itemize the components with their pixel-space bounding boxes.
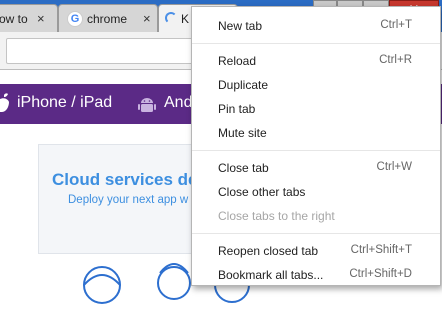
tab-title: K bbox=[181, 12, 190, 26]
menu-item-duplicate[interactable]: Duplicate bbox=[192, 74, 440, 96]
tab-title: ow to bbox=[0, 12, 28, 26]
google-favicon-icon: G bbox=[67, 11, 83, 27]
tab-close-icon[interactable]: × bbox=[143, 11, 151, 26]
tab-close-icon[interactable]: × bbox=[37, 11, 45, 26]
menu-item-reload[interactable]: Reload Ctrl+R bbox=[192, 50, 440, 72]
tab-context-menu: New tab Ctrl+T Reload Ctrl+R Duplicate P… bbox=[191, 6, 441, 286]
menu-separator bbox=[192, 150, 440, 151]
menu-item-shortcut: Ctrl+T bbox=[380, 19, 412, 31]
apple-icon bbox=[0, 93, 9, 112]
menu-item-label: Duplicate bbox=[218, 78, 269, 92]
menu-item-shortcut: Ctrl+Shift+D bbox=[349, 268, 412, 280]
nav-link-iphone-ipad[interactable]: iPhone / iPad bbox=[17, 94, 112, 112]
loading-spinner-icon bbox=[165, 12, 177, 24]
menu-item-new-tab[interactable]: New tab Ctrl+T bbox=[192, 15, 440, 37]
menu-item-pin-tab[interactable]: Pin tab bbox=[192, 98, 440, 120]
promo-subtitle: Deploy your next app w bbox=[68, 194, 189, 206]
menu-item-label: New tab bbox=[218, 19, 263, 33]
menu-item-close-other-tabs[interactable]: Close other tabs bbox=[192, 181, 440, 203]
menu-item-shortcut: Ctrl+R bbox=[379, 54, 412, 66]
menu-item-mute-site[interactable]: Mute site bbox=[192, 122, 440, 144]
menu-item-label: Mute site bbox=[218, 126, 267, 140]
android-icon bbox=[138, 98, 156, 112]
menu-item-label: Reopen closed tab bbox=[218, 244, 319, 258]
menu-item-bookmark-all-tabs[interactable]: Bookmark all tabs... Ctrl+Shift+D bbox=[192, 264, 440, 286]
menu-separator bbox=[192, 43, 440, 44]
menu-item-shortcut: Ctrl+W bbox=[376, 161, 412, 173]
menu-separator bbox=[192, 233, 440, 234]
promo-title: Cloud services de bbox=[52, 170, 198, 189]
menu-item-label: Reload bbox=[218, 54, 257, 68]
tab-how-to[interactable]: ow to × bbox=[0, 4, 58, 32]
menu-item-reopen-closed-tab[interactable]: Reopen closed tab Ctrl+Shift+T bbox=[192, 240, 440, 262]
menu-item-shortcut: Ctrl+Shift+T bbox=[350, 244, 412, 256]
nav-link-android[interactable]: And bbox=[164, 94, 192, 112]
menu-item-label: Pin tab bbox=[218, 102, 256, 116]
tab-chrome[interactable]: G chrome × bbox=[58, 4, 158, 32]
menu-item-close-tab[interactable]: Close tab Ctrl+W bbox=[192, 157, 440, 179]
menu-item-label: Close tab bbox=[218, 161, 269, 175]
menu-item-label: Bookmark all tabs... bbox=[218, 268, 324, 282]
tab-title: chrome bbox=[87, 12, 128, 26]
menu-item-label: Close tabs to the right bbox=[218, 209, 335, 223]
menu-item-label: Close other tabs bbox=[218, 185, 306, 199]
menu-item-close-tabs-right: Close tabs to the right bbox=[192, 205, 440, 227]
